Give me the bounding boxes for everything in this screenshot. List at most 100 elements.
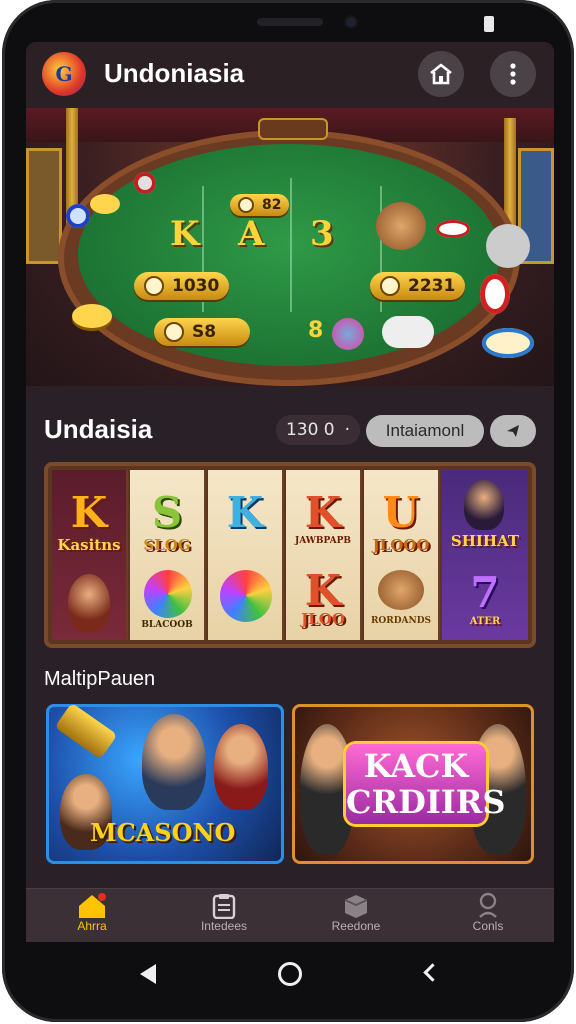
table-letter-k: K [170,214,200,254]
nav-label: Reedone [331,919,381,933]
chip-icon [134,172,156,194]
felt-line [290,178,292,312]
app-screen: G Undoniasia 82 K A 3 1030 2231 S8 8 Und… [26,42,554,942]
box-icon [344,895,368,918]
reel-caption: BLACOOB [141,620,193,630]
more-options-button[interactable] [490,51,536,97]
more-vertical-icon [510,63,516,85]
recents-chevron-icon[interactable] [423,963,442,982]
reel-caption: RORDANDS [370,616,432,626]
game-card-kack-crdiirs[interactable]: KACK CRDIIRS [292,704,534,864]
dice-icon [382,316,434,348]
reel-caption: ATER [469,616,501,627]
right-bet-pill: 2231 [370,272,466,300]
game-title: KACK CRDIIRS [346,744,505,824]
reel-caption: SLOG [143,536,191,554]
table-letter-3: 3 [310,214,334,254]
reel-caption: JAWBPAPB [295,536,351,546]
phone-top-bezel [2,0,574,42]
reel-symbol: S [151,488,183,537]
nav-item-conls[interactable]: Conls [422,892,554,941]
character-portrait [464,480,504,530]
trumpet-icon [54,704,118,760]
right-bet-value: 2231 [408,276,456,296]
bear-mascot [376,202,426,250]
back-icon[interactable] [140,964,156,984]
reel-5: U JLOOO RORDANDS [364,470,440,640]
app-bar: G Undoniasia [26,42,554,108]
game-title: MCASONO [90,818,236,847]
balance-separator: · [344,420,351,440]
balance-counter: 130 0 · [276,415,360,445]
dealer-plate [258,118,328,140]
balance-value: 130 0 [285,420,335,440]
bottom-bet-value: S8 [192,322,217,342]
reel-2: S SLOG BLACOOB [130,470,206,640]
character-figure [142,714,206,810]
nav-item-home[interactable]: Ahrra [26,893,158,941]
nav-item-intedees[interactable]: Intedees [158,893,290,941]
chip-icon [238,197,254,213]
speaker-grille [257,18,323,26]
nav-label: Intedees [200,919,248,933]
bottom-navigation: Ahrra Intedees Reedone Conls [26,888,554,942]
reel-symbol: U [382,488,420,537]
bottom-bet-pill: S8 [154,318,250,346]
chip-icon [66,204,90,228]
slot-reels-panel[interactable]: K Kasitns S SLOG BLACOOB K K JAWBPAPB K … [44,462,536,648]
phone-frame: G Undoniasia 82 K A 3 1030 2231 S8 8 Und… [2,0,574,1022]
home-icon [430,63,452,85]
reel-caption: JLOO [301,610,345,628]
home-button[interactable] [418,51,464,97]
chip-icon [164,322,184,342]
wall-painting-left [26,148,62,264]
home-circle-icon[interactable] [278,962,302,986]
front-camera [346,17,356,27]
person-icon [479,892,497,918]
reel-symbol: K [70,488,108,537]
hero-banner[interactable]: 82 K A 3 1030 2231 S8 8 [26,108,554,386]
nav-item-reedone[interactable]: Reedone [290,893,422,941]
instrument-button[interactable]: Intaiamonl [366,415,484,447]
reel-symbol-seven: 7 [470,568,500,617]
battery-icon [484,16,494,32]
top-chip-value: 82 [262,197,282,213]
reel-caption: SHIHAT [450,532,520,550]
left-bet-value: 1030 [172,276,220,296]
chip-icon [436,220,470,238]
reel-caption: Kasitns [57,536,121,554]
wheel-icon [220,570,272,622]
wheel-icon [144,570,192,618]
section-title: Undaisia [44,414,153,444]
game-card-mcasono[interactable]: MCASONO [46,704,284,864]
nav-label: Conls [472,919,504,933]
clipboard-icon [212,894,236,919]
left-bet-pill: 1030 [134,272,230,300]
reel-symbol: K [304,488,342,537]
chip-icon [380,276,400,296]
nav-label: Ahrra [77,919,107,933]
table-letter-a: A [238,214,265,254]
reel-1: K Kasitns [52,470,128,640]
app-title: Undoniasia [104,58,245,88]
bear-mascot [378,570,424,610]
small-number: 8 [308,318,324,343]
share-button[interactable] [490,415,536,447]
chip-icon [332,318,364,350]
character-portrait [68,574,110,632]
share-icon [507,425,519,437]
chip-icon [144,276,164,296]
reel-caption: JLOOO [372,536,430,554]
reel-symbol: K [226,488,264,537]
reel-symbol-k-bottom: K [304,566,342,615]
reel-4: K JAWBPAPB K JLOO [286,470,362,640]
chip-icon [480,274,510,314]
system-navigation-bar [2,942,574,1022]
chip-stack-icon [72,304,112,328]
app-logo: G [42,52,86,96]
ball-icon [486,224,530,268]
home-icon [79,893,106,918]
top-chip-label: 82 [230,194,290,216]
chip-icon [90,194,120,214]
chip-icon [482,328,534,358]
